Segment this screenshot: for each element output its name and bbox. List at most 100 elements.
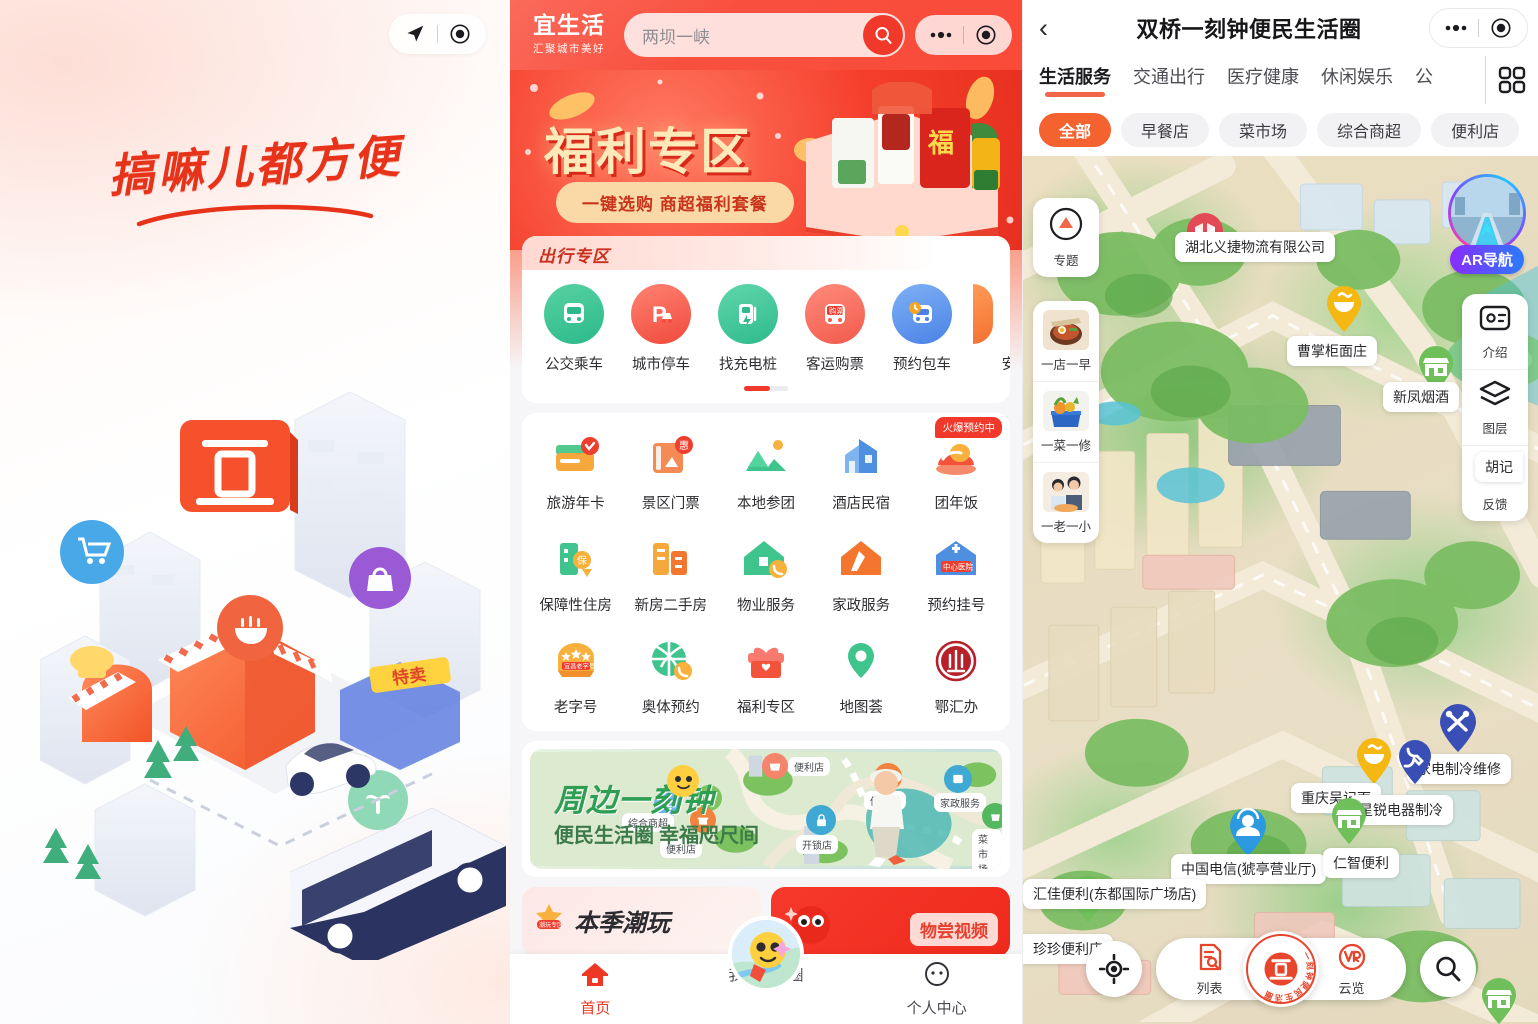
tab-profile[interactable]: 个人中心 — [851, 960, 1022, 1018]
grid-item-time-honored[interactable]: 宜昌老字号 老字号 — [528, 635, 623, 717]
chip-convenience[interactable]: 便利店 — [1431, 113, 1520, 147]
poi-label[interactable]: 曹掌柜面庄 — [1287, 336, 1377, 366]
travel-item-label: 找充电桩 — [719, 357, 777, 373]
chip-market[interactable]: 菜市场 — [1219, 113, 1308, 147]
brand-main-text: 宜生活 — [533, 12, 605, 38]
welfare-hero-banner[interactable]: 福利专区 一键选购 商超福利套餐 福 — [510, 70, 1022, 250]
partial-icon — [973, 284, 993, 344]
travel-zone-items[interactable]: 公交乘车 P 城市停车 找充电桩 购票 客运购票 预约包车 安 — [522, 270, 1010, 378]
grid-apps-icon[interactable] — [1496, 64, 1528, 96]
dock-item-list[interactable]: 列表 — [1182, 942, 1238, 997]
tab-transport[interactable]: 交通出行 — [1133, 63, 1205, 97]
map-bottom-controls[interactable]: 列表 云览 一刻钟便民生活圈 A QUARTER OF — [1023, 931, 1538, 1007]
chip-supermarket[interactable]: 综合商超 — [1317, 113, 1422, 147]
travel-item-partial[interactable]: 安 — [973, 284, 1010, 374]
hotel-icon — [835, 431, 887, 483]
rail-item-layers[interactable]: 图层 — [1462, 369, 1528, 445]
navigation-arrow-icon[interactable] — [393, 14, 437, 54]
tab-home[interactable]: 首页 — [510, 960, 681, 1018]
breakfast-photo — [1043, 310, 1089, 350]
rail-item-vegetable[interactable]: 一菜一修 — [1033, 381, 1099, 462]
travel-scroll-indicator[interactable] — [744, 386, 788, 391]
travel-item-charter[interactable]: 预约包车 — [886, 284, 958, 374]
grid-item-welfare-zone[interactable]: 福利专区 — [718, 635, 813, 717]
filter-chips[interactable]: 全部 早餐店 菜市场 综合商超 便利店 — [1023, 104, 1538, 156]
poi-label[interactable]: 胡记 — [1475, 452, 1523, 482]
grid-item-map-hub[interactable]: 地图荟 — [814, 635, 909, 717]
ar-navigation-button[interactable]: AR导航 — [1446, 174, 1528, 274]
app-capsule-bar[interactable] — [915, 15, 1012, 55]
poi-marker[interactable] — [1323, 284, 1365, 339]
tab-medical[interactable]: 医疗健康 — [1227, 63, 1299, 97]
poi-marker[interactable] — [1328, 796, 1370, 851]
rail-item-intro[interactable]: 介绍 — [1462, 294, 1528, 369]
app-scroll-area[interactable]: 福利专区 一键选购 商超福利套餐 福 出行专区 公交乘车 P 城市停车 找充电桩… — [510, 70, 1022, 1024]
grid-item-hotel[interactable]: 酒店民宿 — [814, 431, 909, 513]
grid-item-local-tour[interactable]: 本地参团 — [718, 431, 813, 513]
chip-all[interactable]: 全部 — [1039, 113, 1112, 147]
poi-label[interactable]: 湖北义捷物流有限公司 — [1175, 232, 1335, 262]
travel-item-parking[interactable]: P 城市停车 — [625, 284, 697, 374]
illustrated-map[interactable]: 专题 一店一早 一菜一修 一老一小 介绍 图层 反馈 AR导航 湖北义捷物流有限… — [1023, 156, 1538, 1024]
target-dot-icon[interactable] — [1479, 8, 1523, 48]
grid-item-label: 物业服务 — [736, 598, 795, 614]
rail-item-breakfast[interactable]: 一店一早 — [1033, 301, 1099, 381]
search-icon[interactable] — [863, 15, 903, 55]
grid-item-label: 旅游年卡 — [546, 496, 605, 512]
target-dot-icon[interactable] — [964, 15, 1008, 55]
dock-item-cloud-view[interactable]: 云览 — [1324, 942, 1380, 997]
more-dots-icon[interactable] — [919, 15, 963, 55]
dock-label: 列表 — [1196, 980, 1223, 996]
poi-marker[interactable] — [1436, 702, 1480, 759]
travel-item-label: 城市停车 — [632, 357, 690, 373]
tab-life-service[interactable]: 生活服务 — [1039, 63, 1111, 97]
grid-item-new-year-dinner[interactable]: 火爆预约中 团年饭 — [909, 417, 1004, 513]
tab-life-circle[interactable]: 我的生活圈 — [681, 916, 852, 992]
locate-crosshair-icon[interactable] — [1085, 941, 1142, 997]
map-left-rail-topic[interactable]: 专题 — [1033, 198, 1099, 277]
splash-capsule-bar[interactable] — [389, 14, 486, 54]
bottom-tabbar[interactable]: 首页 我的生活圈 个人中心 — [510, 916, 1022, 1024]
rail-item-topic[interactable]: 专题 — [1033, 198, 1099, 277]
service-grid[interactable]: 旅游年卡 惠 景区门票 本地参团 酒店民宿 火爆预约中 团年饭 保 保障性住房 … — [528, 417, 1004, 717]
promo-card-seasonal[interactable]: 潮玩专区 本季潮玩 — [522, 887, 761, 957]
grid-item-housekeeping[interactable]: 家政服务 — [814, 533, 909, 615]
neighborhood-promo-card[interactable]: 便利店 综合商超 便利店 开锁店 便利店 家政服务 菜市场 — [522, 741, 1010, 877]
travel-item-ticket[interactable]: 购票 客运购票 — [799, 284, 871, 374]
map-search-icon[interactable] — [1419, 941, 1476, 997]
map-right-rail[interactable]: 介绍 图层 反馈 — [1462, 294, 1528, 521]
poi-marker[interactable] — [1395, 738, 1435, 791]
tab-leisure[interactable]: 休闲娱乐 — [1321, 63, 1393, 97]
travel-item-bus[interactable]: 公交乘车 — [538, 284, 610, 374]
tab-public[interactable]: 公 — [1415, 63, 1433, 97]
grid-item-travel-card[interactable]: 旅游年卡 — [528, 431, 623, 513]
grid-item-real-estate[interactable]: 新房二手房 — [623, 533, 718, 615]
grid-item-sports-booking[interactable]: 奥体预约 — [623, 635, 718, 717]
poi-label[interactable]: 新凤烟酒 — [1383, 382, 1459, 412]
tab-label: 休闲娱乐 — [1321, 67, 1393, 87]
map-action-dock[interactable]: 列表 云览 一刻钟便民生活圈 A QUARTER OF — [1155, 931, 1406, 1007]
poi-label[interactable]: 仁智便利 — [1323, 848, 1399, 878]
category-tabs[interactable]: 生活服务 交通出行 医疗健康 休闲娱乐 公 — [1023, 56, 1538, 104]
neighborhood-promo-banner[interactable]: 便利店 综合商超 便利店 开锁店 便利店 家政服务 菜市场 — [530, 749, 1002, 869]
promo-card-video[interactable]: 物尝视频 — [771, 887, 1010, 957]
grid-item-hospital-booking[interactable]: 中心医院 预约挂号 — [909, 533, 1004, 615]
map-left-rail-themes[interactable]: 一店一早 一菜一修 一老一小 — [1033, 301, 1099, 543]
hero-subtitle: 一键选购 商超福利套餐 — [556, 182, 794, 223]
grid-item-affordable-housing[interactable]: 保 保障性住房 — [528, 533, 623, 615]
poi-label[interactable]: 汇佳便利(东都国际广场店) — [1023, 879, 1207, 909]
travel-item-charging[interactable]: 找充电桩 — [712, 284, 784, 374]
grid-item-property-service[interactable]: 物业服务 — [718, 533, 813, 615]
map-capsule-bar[interactable] — [1429, 8, 1528, 48]
service-agent-icon — [1230, 807, 1266, 856]
charter-bus-icon — [892, 284, 952, 344]
chip-breakfast[interactable]: 早餐店 — [1121, 113, 1210, 147]
grid-item-scenic-ticket[interactable]: 惠 景区门票 — [623, 431, 718, 513]
rail-item-elderly-child[interactable]: 一老一小 — [1033, 462, 1099, 543]
life-circle-logo-button[interactable]: 一刻钟便民生活圈 A QUARTER OF AN HOUR — [1242, 931, 1319, 1007]
chevron-left-icon[interactable]: ‹ — [1039, 14, 1069, 42]
more-dots-icon[interactable] — [1434, 8, 1478, 48]
search-input[interactable]: 两坝一峡 — [624, 13, 905, 57]
grid-item-ehuiban[interactable]: 鄂汇办 — [909, 635, 1004, 717]
target-dot-icon[interactable] — [438, 14, 482, 54]
